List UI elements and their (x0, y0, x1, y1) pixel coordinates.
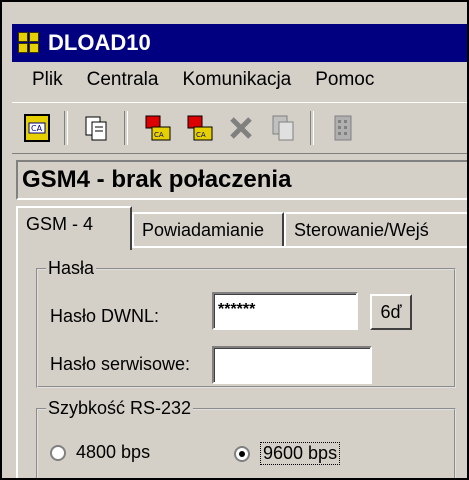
app-icon (18, 32, 40, 54)
read-central-icon[interactable]: CA (140, 111, 174, 145)
radio-4800-label: 4800 bps (76, 442, 151, 462)
window-title: DLOAD10 (48, 30, 151, 55)
show-password-button[interactable]: 6ď (370, 294, 412, 330)
radio-4800-circle[interactable] (50, 444, 66, 461)
menu-centrala[interactable]: Centrala (87, 69, 159, 91)
service-password-label: Hasło serwisowe: (50, 354, 191, 374)
tab-panel: Hasła Hasło DWNL: ****** 6ď Hasło serwis… (16, 246, 467, 478)
toolbar: CA CA CA (12, 102, 467, 154)
radio-9600[interactable]: 9600 bps (234, 442, 341, 465)
svg-text:CA: CA (31, 124, 43, 133)
radio-4800[interactable]: 4800 bps (50, 442, 150, 463)
passwords-group: Hasła Hasło DWNL: ****** 6ď Hasło serwis… (36, 258, 456, 388)
dwnl-password-label: Hasło DWNL: (50, 306, 160, 326)
radio-9600-circle[interactable] (234, 445, 250, 462)
radio-selected-dot (239, 450, 245, 457)
title-bar[interactable]: DLOAD10 (12, 24, 467, 62)
radio-9600-label: 9600 bps (260, 442, 341, 465)
menu-komunikacja[interactable]: Komunikacja (182, 69, 291, 91)
paste-icon[interactable] (266, 111, 300, 145)
svg-text:CA: CA (154, 131, 164, 139)
app-window: DLOAD10 Plik Centrala Komunikacja Pomoc … (0, 0, 469, 480)
toolbar-separator (310, 111, 314, 145)
write-central-icon[interactable]: CA (182, 111, 216, 145)
connection-status: GSM4 - brak połaczenia (16, 160, 467, 200)
toolbar-separator (124, 111, 128, 145)
menu-pomoc[interactable]: Pomoc (315, 69, 374, 91)
menu-bar: Plik Centrala Komunikacja Pomoc (12, 62, 467, 98)
passwords-group-label: Hasła (46, 258, 97, 279)
menu-plik[interactable]: Plik (32, 69, 63, 91)
toolbar-separator (64, 111, 68, 145)
tab-powiadamianie[interactable]: Powiadamianie (132, 212, 284, 246)
copy-icon[interactable] (80, 111, 114, 145)
speed-group-label: Szybkość RS-232 (46, 398, 194, 419)
delete-icon[interactable] (224, 111, 258, 145)
central-icon[interactable]: CA (20, 111, 54, 145)
service-password-field[interactable] (212, 346, 372, 384)
speed-group: Szybkość RS-232 4800 bps 9600 bps (36, 398, 456, 478)
tab-sterowanie[interactable]: Sterowanie/Wejś (284, 212, 467, 246)
keypad-icon[interactable] (326, 111, 360, 145)
dwnl-password-field[interactable]: ****** (212, 292, 358, 330)
tab-gsm4[interactable]: GSM - 4 (16, 206, 132, 250)
svg-text:CA: CA (196, 131, 206, 139)
tab-strip: GSM - 4 Powiadamianie Sterowanie/Wejś (16, 206, 467, 250)
